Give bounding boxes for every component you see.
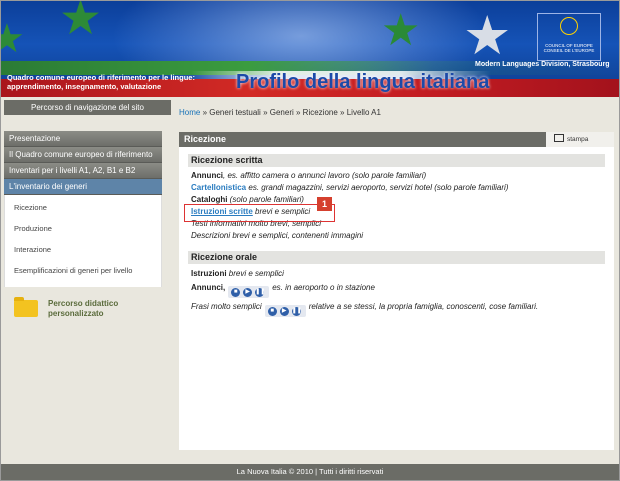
section-ricezione-orale: Ricezione orale: [188, 251, 605, 264]
print-button[interactable]: stampa: [546, 132, 614, 147]
genre-row: Annunci, ■ ▶ ❚❚ es. in aeroporto o in stazio…: [191, 283, 375, 298]
genre-name: Istruzioni: [191, 269, 227, 278]
audio-controls: ■ ▶ ❚❚: [264, 305, 306, 317]
site-tagline: Quadro comune europeo di riferimento per…: [7, 73, 207, 91]
pause-icon[interactable]: ❚❚: [255, 288, 265, 297]
site-banner: ★ ★ ★ ★ Quadro comune europeo di riferim…: [1, 1, 619, 97]
breadcrumb-item[interactable]: Generi testuali: [209, 108, 261, 117]
coe-logo-label: COUNCIL OF EUROPE CONSEIL DE L'EUROPE: [540, 43, 598, 53]
breadcrumb-separator: »: [260, 108, 270, 117]
genre-link-cartellonistica[interactable]: Cartellonistica: [191, 183, 246, 192]
genre-name: Frasi molto semplici: [191, 302, 262, 311]
pause-icon[interactable]: ❚❚: [291, 307, 302, 316]
breadcrumb-home[interactable]: Home: [179, 108, 200, 117]
audio-controls: ■ ▶ ❚❚: [228, 286, 270, 298]
tagline-line: apprendimento, insegnamento, valutazione: [7, 82, 162, 91]
genre-name: Annunci,: [191, 283, 226, 292]
star-decoration-icon: ★: [463, 6, 512, 66]
coe-label-fr: CONSEIL DE L'EUROPE: [543, 48, 595, 53]
genre-name: Annunci: [191, 171, 223, 180]
genre-row: Cartellonistica es. grandi magazzini, se…: [191, 183, 508, 192]
folder-icon: [14, 297, 38, 317]
sidebar-subitem-produzione[interactable]: Produzione: [5, 218, 161, 239]
genre-row: Frasi molto semplici ■ ▶ ❚❚ relative a se st…: [191, 302, 538, 317]
breadcrumb-separator: »: [200, 108, 210, 117]
print-label: stampa: [567, 136, 589, 143]
breadcrumb-current: Livello A1: [346, 108, 381, 117]
play-icon[interactable]: ▶: [279, 307, 289, 316]
stop-icon[interactable]: ■: [267, 307, 277, 316]
breadcrumb: Home » Generi testuali » Generi » Ricezi…: [179, 108, 381, 117]
percorso-line: personalizzato: [48, 309, 104, 318]
sidebar-item-inventari[interactable]: Inventari per i livelli A1, A2, B1 e B2: [4, 163, 162, 179]
genre-desc: (solo parole familiari): [227, 195, 304, 204]
genre-desc: Descrizioni brevi e semplici, contenenti…: [191, 231, 364, 240]
genre-desc: es. grandi magazzini, servizi aeroporto,…: [246, 183, 509, 192]
genre-row: Annunci, es. affitto camera o annunci la…: [191, 171, 426, 180]
breadcrumb-separator: »: [293, 108, 303, 117]
breadcrumb-item[interactable]: Ricezione: [303, 108, 338, 117]
sidebar-item-presentazione[interactable]: Presentazione: [4, 131, 162, 147]
page-frame: ★ ★ ★ ★ Quadro comune europeo di riferim…: [0, 0, 620, 481]
genre-row: Descrizioni brevi e semplici, contenenti…: [191, 231, 363, 240]
star-decoration-icon: ★: [59, 1, 103, 45]
breadcrumb-separator: »: [337, 108, 347, 117]
tagline-line: Quadro comune europeo di riferimento per…: [7, 73, 195, 82]
play-icon[interactable]: ▶: [243, 288, 253, 297]
printer-icon: [554, 134, 564, 142]
percorso-didattico-link[interactable]: Percorso didattico personalizzato: [14, 297, 164, 328]
site-footer: La Nuova Italia © 2010 | Tutti i diritti…: [1, 464, 619, 480]
division-label: Modern Languages Division, Strasbourg: [475, 61, 610, 68]
genre-desc: relative a se stessi, la propria famigli…: [308, 302, 539, 311]
genre-desc: , es. affitto camera o annunci lavoro (s…: [223, 171, 427, 180]
sidebar-subitem-interazione[interactable]: Interazione: [5, 239, 161, 260]
site-nav-label: Percorso di navigazione del sito: [4, 100, 171, 115]
genre-desc: es. in aeroporto o in stazione: [272, 283, 375, 292]
star-decoration-icon: ★: [381, 6, 421, 55]
sidebar-subitem-esemplificazioni[interactable]: Esemplificazioni di generi per livello: [5, 260, 134, 281]
stars-circle-icon: [560, 17, 578, 35]
genre-row: Istruzioni brevi e semplici: [191, 269, 284, 278]
content-panel: Ricezione stampa Ricezione scritta Annun…: [179, 132, 614, 450]
sidebar-submenu: Ricezione Produzione Interazione Esempli…: [4, 195, 162, 287]
panel-header: Ricezione stampa: [179, 132, 614, 147]
genre-row: Cataloghi (solo parole familiari): [191, 195, 304, 204]
genre-name: Cataloghi: [191, 195, 228, 204]
step-badge: 1: [317, 197, 332, 211]
stop-icon[interactable]: ■: [231, 288, 241, 297]
sidebar-item-inventario-generi[interactable]: L'inventario dei generi: [4, 179, 162, 195]
sidebar-subitem-ricezione[interactable]: Ricezione: [5, 197, 161, 218]
breadcrumb-item[interactable]: Generi: [270, 108, 294, 117]
site-title[interactable]: Profilo della lingua italiana: [236, 71, 489, 94]
panel-title: Ricezione: [184, 134, 227, 144]
sidebar-item-quadro[interactable]: Il Quadro comune europeo di riferimento: [4, 147, 162, 163]
council-of-europe-logo[interactable]: COUNCIL OF EUROPE CONSEIL DE L'EUROPE: [537, 13, 601, 61]
sidebar: Presentazione Il Quadro comune europeo d…: [4, 131, 162, 287]
star-decoration-icon: ★: [1, 19, 25, 59]
percorso-line: Percorso didattico: [48, 299, 119, 308]
highlight-box: [184, 204, 335, 222]
genre-desc: brevi e semplici: [226, 269, 284, 278]
section-ricezione-scritta: Ricezione scritta: [188, 154, 605, 167]
percorso-label: Percorso didattico personalizzato: [48, 299, 118, 319]
